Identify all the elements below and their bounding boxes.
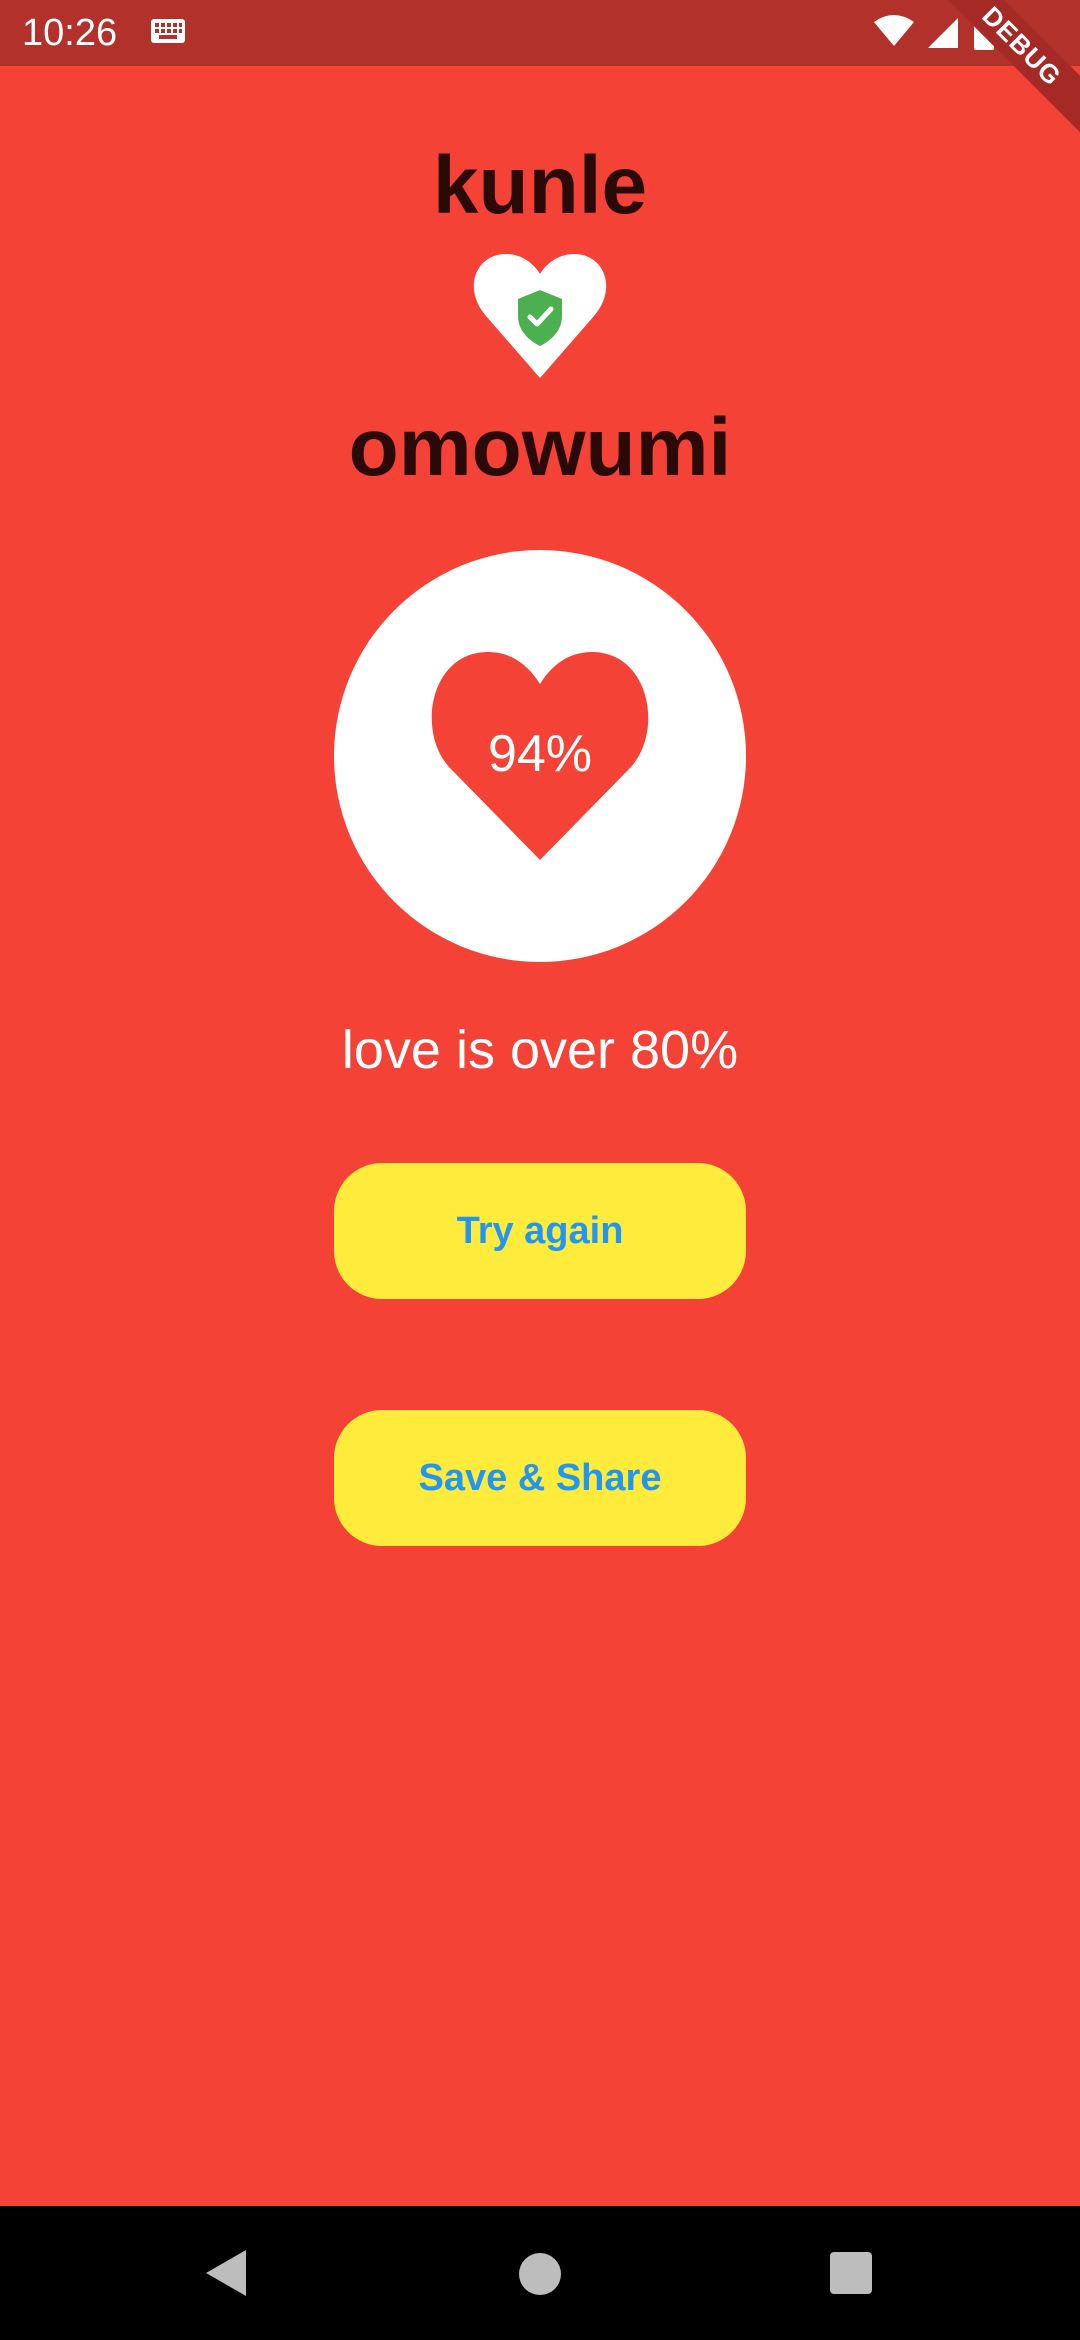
navigation-bar [0,2206,1080,2340]
result-message: love is over 80% [341,1020,739,1080]
status-time: 10:26 [22,12,118,54]
second-name: omowumi [348,402,732,493]
result-circle: 94% [334,550,746,962]
save-share-button[interactable]: Save & Share [334,1410,746,1546]
status-bar: 10:26 [0,0,1080,66]
first-name: kunle [432,140,648,231]
signal-icon [928,18,958,48]
heart-shield-icon [470,250,610,385]
wifi-icon [874,15,914,46]
love-percentage: 94% [487,725,593,783]
try-again-button[interactable]: Try again [334,1163,746,1299]
recent-apps-icon[interactable] [830,2252,872,2299]
keyboard-icon [150,18,186,49]
home-icon[interactable] [518,2252,562,2301]
back-icon[interactable] [204,2248,248,2303]
